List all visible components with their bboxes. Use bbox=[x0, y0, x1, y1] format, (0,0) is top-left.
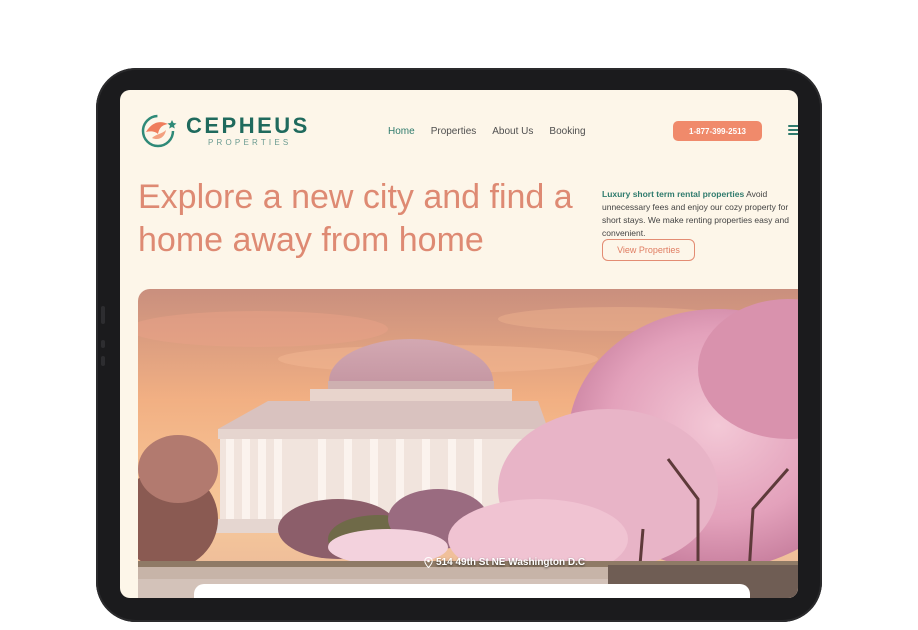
tablet-side-button bbox=[101, 356, 105, 366]
view-properties-button[interactable]: View Properties bbox=[602, 239, 695, 261]
hero-headline: Explore a new city and find a home away … bbox=[138, 178, 573, 259]
tablet-side-button bbox=[101, 306, 105, 324]
location-label: 514 49th St NE Washington D.C bbox=[424, 557, 585, 568]
search-card[interactable] bbox=[194, 584, 750, 598]
brand-logo[interactable]: CEPHEUS PROPERTIES bbox=[138, 110, 307, 150]
bird-logo-icon bbox=[141, 114, 177, 148]
hero-tagline: Luxury short term rental properties Avoi… bbox=[602, 188, 798, 240]
brand-subtitle: PROPERTIES bbox=[208, 138, 292, 147]
tablet-side-button bbox=[101, 340, 105, 348]
phone-button[interactable]: 1-877-399-2513 bbox=[673, 121, 762, 141]
tablet-screen: CEPHEUS PROPERTIES Home Properties About… bbox=[120, 90, 798, 598]
nav-booking[interactable]: Booking bbox=[549, 126, 585, 137]
hamburger-menu-icon[interactable] bbox=[788, 125, 798, 135]
nav-home[interactable]: Home bbox=[388, 126, 415, 137]
main-nav: Home Properties About Us Booking bbox=[388, 126, 586, 137]
jefferson-memorial-image bbox=[138, 289, 798, 598]
map-pin-icon bbox=[424, 557, 433, 568]
location-text: 514 49th St NE Washington D.C bbox=[436, 557, 586, 568]
brand-name: CEPHEUS bbox=[186, 113, 310, 138]
hero-image: 514 49th St NE Washington D.C bbox=[138, 289, 798, 598]
nav-about-us[interactable]: About Us bbox=[492, 126, 533, 137]
tagline-highlight: Luxury short term rental properties bbox=[602, 189, 745, 199]
nav-properties[interactable]: Properties bbox=[431, 126, 477, 137]
